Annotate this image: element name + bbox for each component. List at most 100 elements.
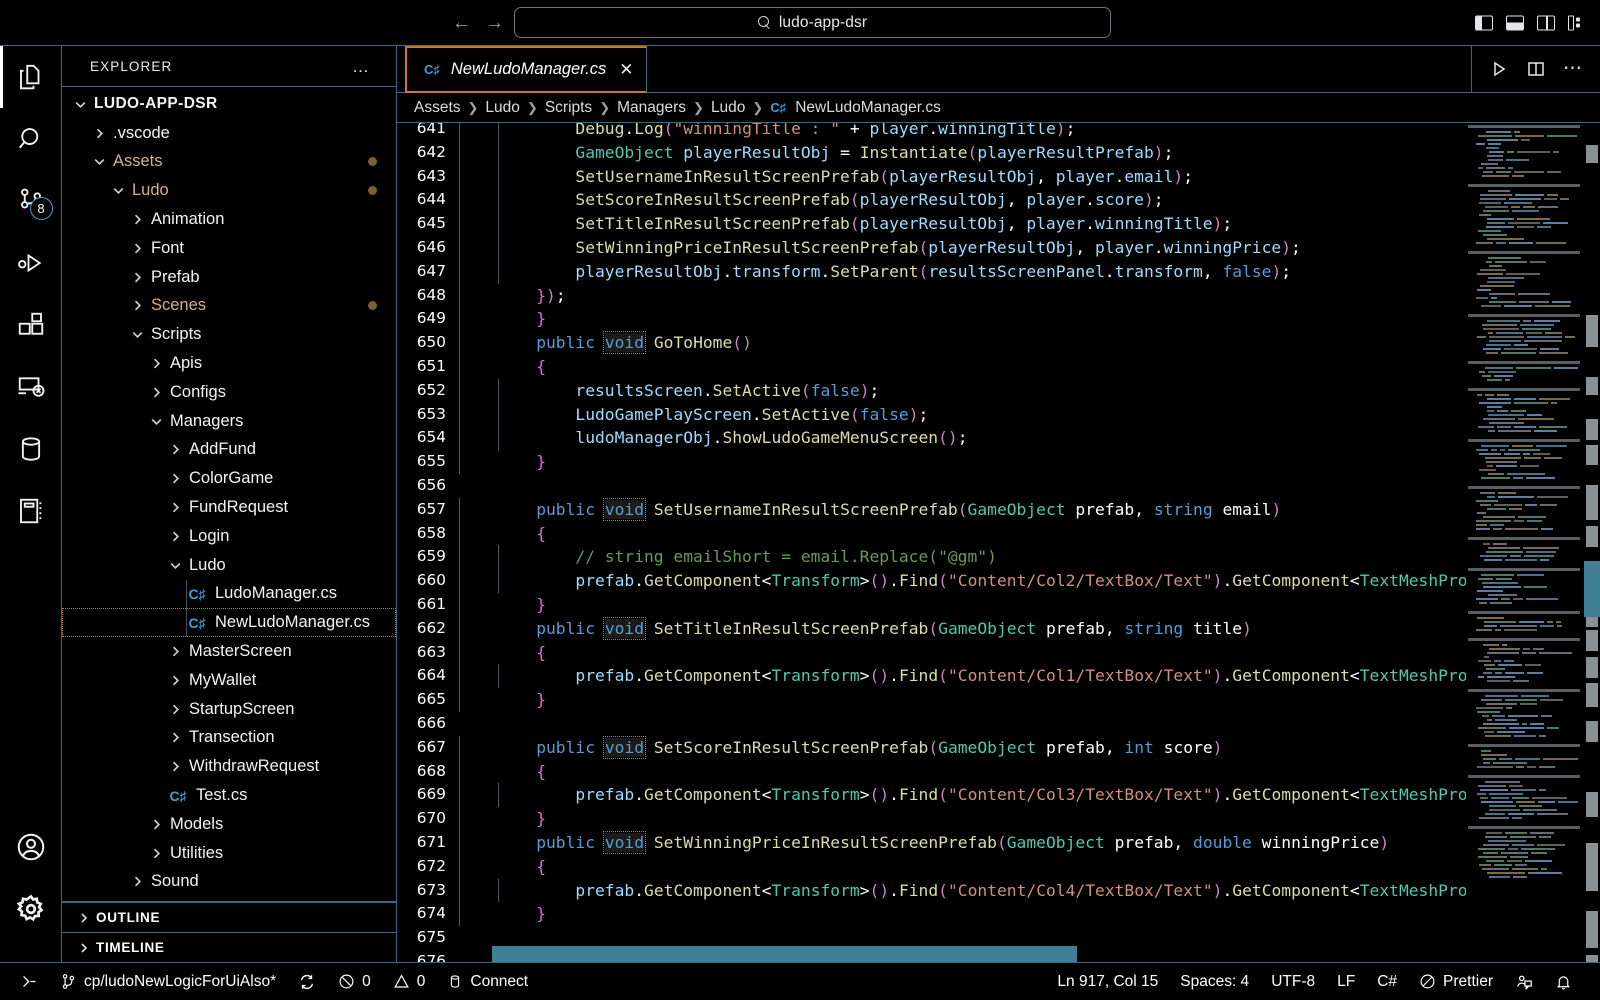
code-line[interactable]: 647 playerResultObj.transform.SetParent(r… [397,259,1466,284]
chevron-right-icon[interactable] [91,127,108,140]
chevron-right-icon[interactable] [167,674,184,687]
tree-item-models[interactable]: Models [62,810,396,839]
breadcrumb-item[interactable]: Ludo [711,99,745,117]
code-viewport[interactable]: 641 Debug.Log("winningTitle : " + player.… [397,123,1466,962]
chevron-down-icon[interactable] [91,155,108,168]
status-remote-indicator[interactable] [10,973,49,990]
chevron-right-icon[interactable] [167,731,184,744]
split-editor-icon[interactable] [1526,59,1546,79]
tree-item-fundrequest[interactable]: FundRequest [62,493,396,522]
code-line[interactable]: 643 SetUsernameInResultScreenPrefab(playe… [397,164,1466,189]
code-line[interactable]: 663 { [397,640,1466,665]
outline-section[interactable]: OUTLINE [62,902,396,932]
arrow-left-icon[interactable]: ← [452,13,471,32]
activity-search[interactable] [0,108,62,170]
code-line[interactable]: 650 public void GoToHome() [397,331,1466,355]
chevron-right-icon[interactable] [167,501,184,514]
code-line[interactable]: 645 SetTitleInResultScreenPrefab(playerRe… [397,212,1466,236]
code-line[interactable]: 672 { [397,854,1466,879]
chevron-right-icon[interactable] [167,760,184,773]
breadcrumb-item[interactable]: NewLudoManager.cs [795,99,941,117]
breadcrumb-item[interactable]: Ludo [485,99,519,117]
code-line[interactable]: 657 public void SetUsernameInResultScreen… [397,497,1466,522]
status-warnings[interactable]: 0 [382,973,437,991]
status-notifications[interactable] [1544,973,1583,991]
tree-item-startupscreen[interactable]: StartupScreen [62,695,396,724]
tree-item-withdrawrequest[interactable]: WithdrawRequest [62,752,396,781]
chevron-right-icon[interactable] [167,530,184,543]
chevron-down-icon[interactable] [148,415,165,428]
code-line[interactable]: 659 // string emailShort = email.Replace(… [397,545,1466,570]
customize-layout-icon[interactable] [1568,15,1586,30]
status-encoding[interactable]: UTF-8 [1260,973,1326,991]
tree-item-mywallet[interactable]: MyWallet [62,666,396,695]
chevron-right-icon[interactable] [167,645,184,658]
tree-item-assets[interactable]: Assets [62,148,396,177]
code-line[interactable]: 668 { [397,759,1466,784]
activity-notebook[interactable] [0,480,62,542]
tree-item-apis[interactable]: Apis [62,349,396,378]
tree-item-ludomanager-cs[interactable]: C♯ LudoManager.cs [62,580,396,609]
status-language-mode[interactable]: C# [1366,973,1408,991]
code-line[interactable]: 674} [397,902,1466,927]
tree-item-login[interactable]: Login [62,522,396,551]
chevron-down-icon[interactable] [72,98,89,111]
chevron-right-icon[interactable] [148,386,165,399]
code-line[interactable]: 673 prefab.GetComponent<Transform>().Find… [397,878,1466,903]
tree-item-transection[interactable]: Transection [62,724,396,753]
play-icon[interactable] [1489,59,1509,79]
chevron-right-icon[interactable] [129,271,146,284]
tree-item-ludo[interactable]: Ludo [62,551,396,580]
code-line[interactable]: 653 LudoGamePlayScreen.SetActive(false); [397,402,1466,427]
code-line[interactable]: 642 GameObject playerResultObj = Instanti… [397,140,1466,165]
chevron-right-icon[interactable] [167,472,184,485]
status-cursor-position[interactable]: Ln 917, Col 15 [1046,973,1169,991]
explorer-more-actions-icon[interactable]: … [352,58,370,75]
status-eol[interactable]: LF [1326,973,1366,991]
status-branch[interactable]: cp/ludoNewLogicForUiAlso* [49,973,287,991]
activity-database[interactable] [0,418,62,480]
chevron-right-icon[interactable] [148,357,165,370]
status-database-connect[interactable]: Connect [436,973,539,991]
chevron-right-icon[interactable] [167,703,184,716]
chevron-right-icon[interactable] [148,847,165,860]
status-sync[interactable] [287,973,327,991]
chevron-right-icon[interactable] [129,242,146,255]
arrow-right-icon[interactable]: → [485,13,504,32]
status-indentation[interactable]: Spaces: 4 [1169,973,1260,991]
code-line[interactable]: 670} [397,807,1466,831]
code-line[interactable]: 661} [397,592,1466,617]
activity-explorer[interactable] [0,46,62,108]
timeline-section[interactable]: TIMELINE [62,932,396,962]
tree-item-test-cs[interactable]: C♯ Test.cs [62,781,396,810]
tree-item-configs[interactable]: Configs [62,378,396,407]
status-errors[interactable]: 0 [327,973,382,991]
tab-newludomanager[interactable]: C♯ NewLudoManager.cs ✕ [405,46,648,93]
chevron-right-icon[interactable] [129,875,146,888]
chevron-down-icon[interactable] [110,184,127,197]
code-line[interactable]: 641 Debug.Log("winningTitle : " + player.… [397,123,1466,141]
tree-item-font[interactable]: Font [62,234,396,263]
tree-item-vscode[interactable]: .vscode [62,119,396,148]
tree-item-scenes[interactable]: Scenes [62,292,396,321]
tree-item-ludo-app-dsr[interactable]: LUDO-APP-DSR [62,90,396,119]
tree-item-sound[interactable]: Sound [62,868,396,897]
tree-item-ludo[interactable]: Ludo [62,176,396,205]
code-line[interactable]: 649} [397,307,1466,332]
code-line[interactable]: 666 [397,712,1466,736]
status-prettier[interactable]: Prettier [1408,973,1504,991]
activity-extensions[interactable] [0,294,62,356]
tree-item-animation[interactable]: Animation [62,205,396,234]
tree-item-colorgame[interactable]: ColorGame [62,464,396,493]
overview-ruler-scrollbar[interactable] [1584,123,1600,962]
toggle-primary-sidebar-icon[interactable] [1475,15,1493,30]
code-line[interactable]: 646 SetWinningPriceInResultScreenPrefab(p… [397,235,1466,260]
chevron-right-icon[interactable] [167,443,184,456]
code-line[interactable]: 654 ludoManagerObj.ShowLudoGameMenuScreen… [397,426,1466,451]
file-tree[interactable]: LUDO-APP-DSR .vscode Assets Ludo Animation Fo… [62,86,396,902]
activity-remote-explorer[interactable] [0,356,62,418]
scrollbar-slider[interactable] [1584,561,1600,617]
tree-item-managers[interactable]: Managers [62,407,396,436]
code-line[interactable]: 655} [397,450,1466,474]
command-center-search[interactable]: ludo-app-dsr [514,7,1111,38]
